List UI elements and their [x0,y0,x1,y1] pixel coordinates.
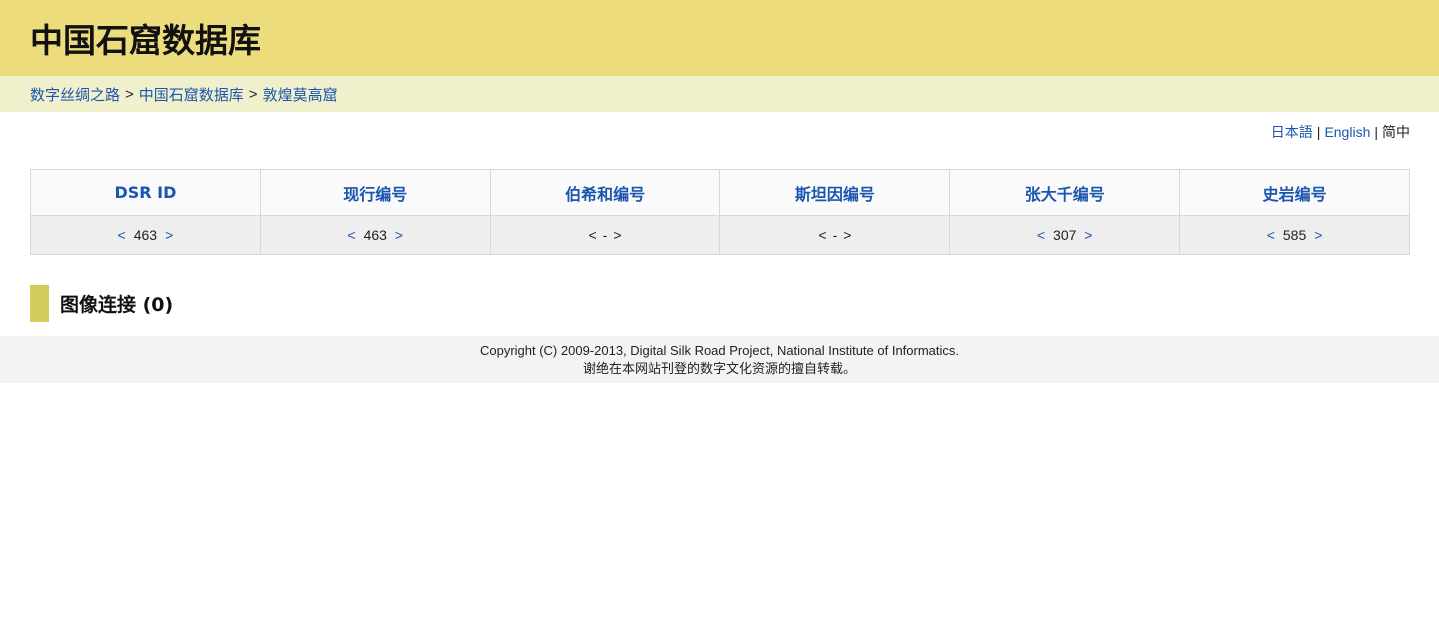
breadcrumb-link-mogao-caves[interactable]: 敦煌莫高窟 [263,84,338,105]
cell-shi-yan-number: <585 > [1179,215,1410,255]
site-title: 中国石窟数据库 [30,21,261,60]
next-link[interactable]: > [1084,227,1092,243]
image-links-section: 图像连接 (0) [30,285,1439,322]
header-dsr-id[interactable]: DSR ID [30,169,261,216]
id-value-row: <463 > <463 > < - > < - > <307 > <585 > [30,215,1410,255]
prev-link[interactable]: < [347,227,355,243]
breadcrumb: 数字丝绸之路 > 中国石窟数据库 > 敦煌莫高窟 [0,76,1439,112]
next-text: > [843,227,852,243]
lang-current-chinese: 简中 [1382,124,1410,140]
cave-id-table: DSR ID 现行编号 伯希和编号 斯坦因编号 张大千编号 史岩编号 <463 >… [30,169,1410,255]
cell-value: - [602,227,608,243]
section-title: 图像连接 (0) [60,294,174,316]
cell-stein-number: < - > [719,215,951,255]
lang-link-japanese[interactable]: 日本語 [1271,124,1313,140]
breadcrumb-separator: > [248,85,258,103]
cell-zhang-daqian-number: <307 > [949,215,1181,255]
breadcrumb-link-china-caves[interactable]: 中国石窟数据库 [139,84,244,105]
next-link[interactable]: > [395,227,403,243]
prev-link[interactable]: < [1037,227,1045,243]
header-pelliot-number[interactable]: 伯希和编号 [489,169,721,216]
cell-dsr-id: <463 > [30,215,261,255]
prev-link[interactable]: < [118,227,126,243]
header-current-number[interactable]: 现行编号 [259,169,491,216]
copyright-text: Copyright (C) 2009-2013, Digital Silk Ro… [479,343,960,358]
footer: Copyright (C) 2009-2013, Digital Silk Ro… [0,336,1439,383]
next-link[interactable]: > [165,227,173,243]
id-header-row: DSR ID 现行编号 伯希和编号 斯坦因编号 张大千编号 史岩编号 [30,169,1410,216]
lang-separator: | [1374,124,1378,140]
header-stein-number[interactable]: 斯坦因编号 [719,169,951,216]
reprint-notice: 谢绝在本网站刊登的数字文化资源的擅自转载。 [582,361,856,376]
cell-value: - [832,227,838,243]
cell-value: 307 [1053,227,1077,243]
section-marker [30,285,49,322]
lang-separator: | [1316,124,1321,140]
breadcrumb-separator: > [125,85,134,103]
cell-value: 463 [363,227,387,243]
language-switcher: 日本語 | English | 简中 [0,122,1439,142]
cell-current-number: <463 > [259,215,491,255]
cell-pelliot-number: < - > [489,215,721,255]
site-header: 中国石窟数据库 [0,0,1439,76]
header-shi-yan-number[interactable]: 史岩编号 [1179,169,1410,216]
lang-link-english[interactable]: English [1324,124,1370,140]
next-link[interactable]: > [1314,227,1322,243]
cell-value: 463 [133,227,158,243]
prev-text: < [818,227,827,243]
cell-value: 585 [1282,227,1307,243]
header-zhang-daqian-number[interactable]: 张大千编号 [949,169,1181,216]
prev-text: < [588,227,597,243]
prev-link[interactable]: < [1267,227,1275,243]
breadcrumb-link-digital-silk-road[interactable]: 数字丝绸之路 [30,84,120,105]
next-text: > [613,227,622,243]
